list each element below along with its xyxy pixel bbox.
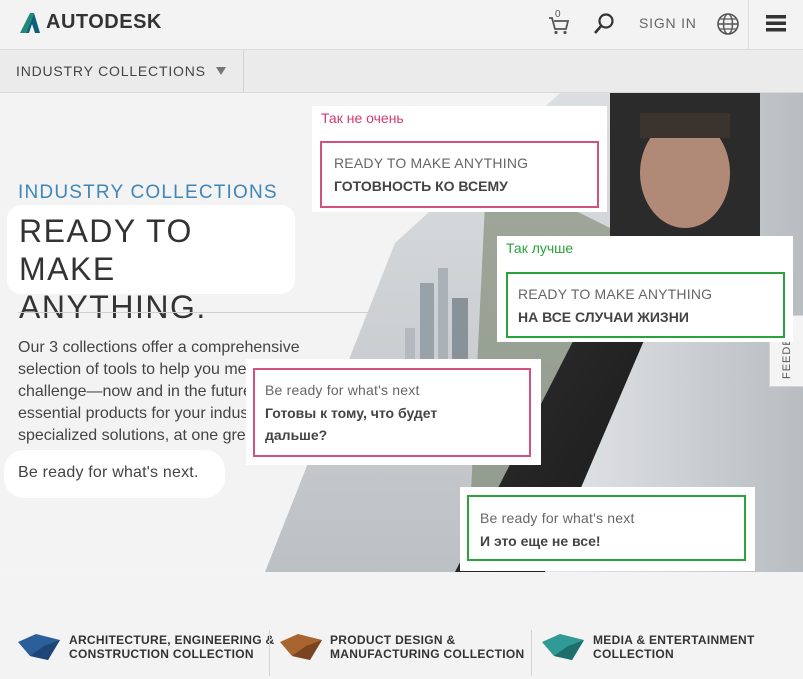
pdm-line-1: PRODUCT DESIGN & [330,633,456,647]
translation-text: И это еще не все! [480,533,601,549]
me-collection-link[interactable]: MEDIA & ENTERTAINMENT COLLECTION [593,633,755,661]
bad-example-box: READY TO MAKE ANYTHING ГОТОВНОСТЬ КО ВСЕ… [320,141,599,208]
me-line-2: COLLECTION [593,647,674,661]
aec-collection-icon[interactable] [18,632,62,662]
cart-count-badge: 0 [555,9,561,20]
pdm-collection-link[interactable]: PRODUCT DESIGN & MANUFACTURING COLLECTIO… [330,633,525,661]
hero-divider [18,312,378,313]
subnav-divider [243,50,244,92]
hamburger-menu-icon[interactable] [764,12,790,34]
me-collection-icon[interactable] [542,632,586,662]
bad-example-label: Так не очень [321,110,404,126]
source-text: Be ready for what's next [480,510,635,526]
industry-collections-dropdown[interactable]: INDUSTRY COLLECTIONS [16,63,206,79]
brand-name[interactable]: AUTODESK [46,11,162,34]
sign-in-link[interactable]: SIGN IN [639,15,697,31]
good-example-box: Be ready for what's next И это еще не вс… [467,495,746,561]
caret-down-icon[interactable] [216,67,226,75]
header-divider [748,0,749,49]
good-example-box: READY TO MAKE ANYTHING НА ВСЕ СЛУЧАИ ЖИЗ… [506,272,785,338]
me-line-1: MEDIA & ENTERTAINMENT [593,633,755,647]
translation-text: ГОТОВНОСТЬ КО ВСЕМУ [334,178,508,194]
source-text: READY TO MAKE ANYTHING [518,286,713,302]
aec-collection-link[interactable]: ARCHITECTURE, ENGINEERING & CONSTRUCTION… [69,633,274,661]
hero-eyebrow: INDUSTRY COLLECTIONS [18,182,278,203]
bad-example-box: Be ready for what's next Готовы к тому, … [253,368,531,457]
source-text: READY TO MAKE ANYTHING [334,155,529,171]
collection-divider [269,630,270,676]
hero-tagline: Be ready for what's next. [18,464,199,481]
search-icon[interactable] [592,12,616,36]
aec-line-2: CONSTRUCTION COLLECTION [69,647,254,661]
aec-line-1: ARCHITECTURE, ENGINEERING & [69,633,275,647]
pdm-collection-icon[interactable] [280,632,324,662]
good-example-label: Так лучше [506,240,574,256]
translation-text: Готовы к тому, что будет дальше? [265,405,438,443]
translation-text: НА ВСЕ СЛУЧАИ ЖИЗНИ [518,309,689,325]
pdm-line-2: MANUFACTURING COLLECTION [330,647,525,661]
hero-headline: READY TO MAKE ANYTHING. [19,213,207,325]
autodesk-logo-icon[interactable] [18,11,42,35]
source-text: Be ready for what's next [265,382,420,398]
collections-strip [0,573,803,679]
collection-divider [531,630,532,676]
globe-icon[interactable] [716,12,740,36]
